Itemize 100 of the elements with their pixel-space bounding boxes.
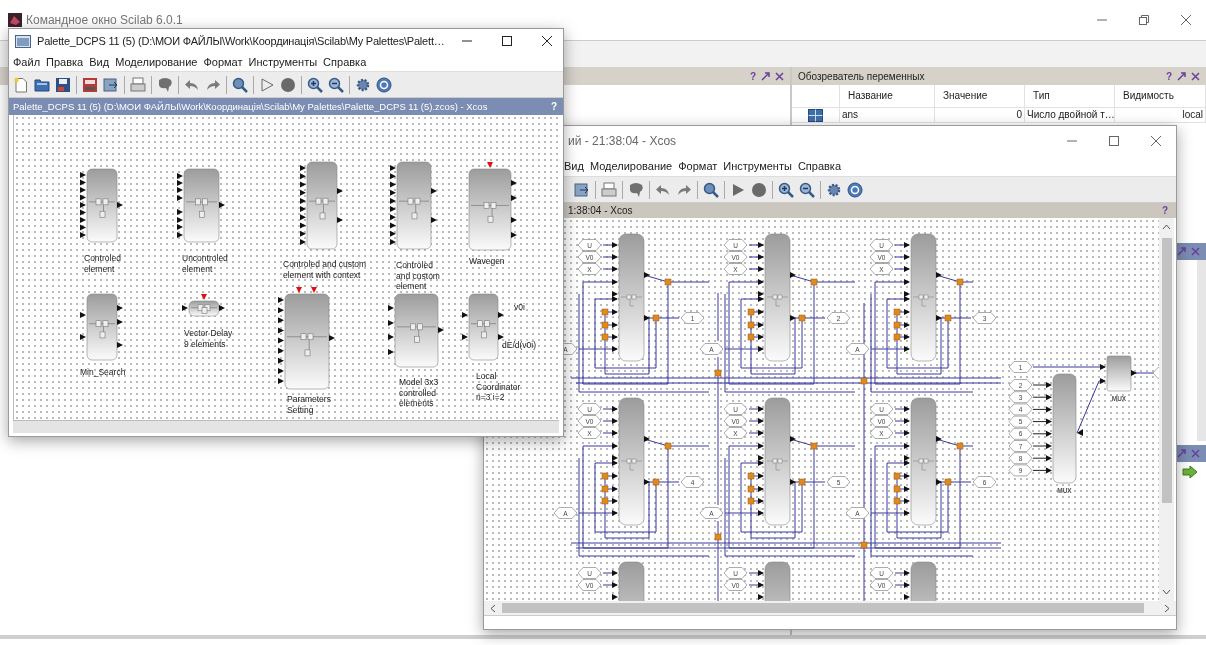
magnifier-icon[interactable] xyxy=(703,181,719,198)
function-block[interactable] xyxy=(904,561,937,601)
split-point[interactable] xyxy=(893,497,901,505)
split-point[interactable] xyxy=(664,278,672,286)
split-point[interactable] xyxy=(652,478,660,486)
undock-icon[interactable] xyxy=(1177,247,1186,256)
help-button[interactable]: ? xyxy=(1165,70,1172,82)
split-point[interactable] xyxy=(810,442,818,450)
scroll-right-icon[interactable] xyxy=(1164,603,1170,613)
function-block[interactable] xyxy=(904,397,942,526)
undock-icon[interactable] xyxy=(1177,449,1186,458)
zoom-out-icon[interactable] xyxy=(328,76,344,93)
function-block[interactable] xyxy=(181,293,227,318)
scrollbar[interactable] xyxy=(13,420,559,433)
speech-bubble-icon[interactable] xyxy=(628,181,644,198)
split-point[interactable] xyxy=(956,278,964,286)
export-icon[interactable] xyxy=(574,181,590,198)
settings-icon[interactable] xyxy=(826,181,842,198)
settings-icon[interactable] xyxy=(355,76,371,93)
undock-icon[interactable] xyxy=(761,71,770,81)
split-point[interactable] xyxy=(893,308,901,316)
printer-icon[interactable] xyxy=(130,76,146,93)
column-header[interactable]: Значение xyxy=(935,85,1025,108)
menu-item[interactable]: Формат xyxy=(203,56,243,68)
zoom-in-icon[interactable] xyxy=(778,181,794,198)
split-point[interactable] xyxy=(860,377,868,385)
split-point[interactable] xyxy=(810,278,818,286)
split-point[interactable] xyxy=(747,485,755,493)
play-icon[interactable] xyxy=(730,181,746,198)
maximize-icon[interactable] xyxy=(501,35,513,47)
split-point[interactable] xyxy=(601,497,609,505)
split-point[interactable] xyxy=(664,442,672,450)
mux-block[interactable] xyxy=(1100,355,1137,392)
function-block[interactable] xyxy=(277,286,337,391)
split-point[interactable] xyxy=(956,442,964,450)
menu-item[interactable]: Справка xyxy=(797,160,842,172)
scroll-left-icon[interactable] xyxy=(490,603,496,613)
stop-icon[interactable] xyxy=(751,181,767,198)
split-point[interactable] xyxy=(747,308,755,316)
split-point[interactable] xyxy=(798,314,806,322)
menu-item[interactable]: Инструменты xyxy=(723,160,792,172)
stop-icon[interactable] xyxy=(280,76,296,93)
menu-item[interactable]: Вид xyxy=(564,160,584,172)
magnifier-icon[interactable] xyxy=(232,76,248,93)
function-block[interactable] xyxy=(612,561,645,601)
split-point[interactable] xyxy=(747,497,755,505)
split-point[interactable] xyxy=(893,485,901,493)
play-icon[interactable] xyxy=(259,76,275,93)
function-block[interactable] xyxy=(758,561,791,601)
function-block[interactable] xyxy=(904,233,942,362)
zoom-in-icon[interactable] xyxy=(307,76,323,93)
function-block[interactable] xyxy=(612,397,650,526)
arrow-right-icon[interactable] xyxy=(1182,465,1198,479)
close-icon[interactable] xyxy=(541,35,553,47)
speech-bubble-icon[interactable] xyxy=(157,76,173,93)
split-point[interactable] xyxy=(652,314,660,322)
menu-item[interactable]: Моделирование xyxy=(589,160,673,172)
menu-item[interactable]: Инструменты xyxy=(248,56,318,68)
split-point[interactable] xyxy=(893,321,901,329)
split-point[interactable] xyxy=(714,533,722,541)
help-button[interactable]: ? xyxy=(1161,205,1168,216)
column-header[interactable]: Название xyxy=(840,85,935,108)
split-point[interactable] xyxy=(601,321,609,329)
split-point[interactable] xyxy=(747,472,755,480)
column-header[interactable]: Тип xyxy=(1025,85,1115,108)
scrollbar-thumb[interactable] xyxy=(1161,238,1172,503)
scrollbar[interactable] xyxy=(1197,260,1206,441)
split-point[interactable] xyxy=(944,478,952,486)
scroll-up-icon[interactable] xyxy=(1162,224,1171,230)
split-point[interactable] xyxy=(747,333,755,341)
split-point[interactable] xyxy=(798,478,806,486)
printer-icon[interactable] xyxy=(601,181,617,198)
scroll-down-icon[interactable] xyxy=(1162,589,1171,595)
column-header[interactable]: Видимость xyxy=(1115,85,1206,108)
new-document-icon[interactable] xyxy=(13,76,29,93)
split-point[interactable] xyxy=(714,369,722,377)
split-point[interactable] xyxy=(601,485,609,493)
undock-icon[interactable] xyxy=(1177,71,1186,81)
help-icon[interactable] xyxy=(847,181,863,198)
menu-item[interactable]: Файл xyxy=(13,56,41,68)
split-point[interactable] xyxy=(860,541,868,549)
mux-block[interactable] xyxy=(1046,373,1083,484)
menu-item[interactable]: Правка xyxy=(46,56,84,68)
menu-item[interactable]: Формат xyxy=(678,160,718,172)
open-folder-icon[interactable] xyxy=(34,76,50,93)
function-block[interactable] xyxy=(758,233,796,362)
function-block[interactable] xyxy=(612,233,650,362)
menu-item[interactable]: Справка xyxy=(323,56,367,68)
help-icon[interactable] xyxy=(376,76,392,93)
export-icon[interactable] xyxy=(103,76,119,93)
menu-item[interactable]: Моделирование xyxy=(115,56,198,68)
menu-item[interactable]: Вид xyxy=(89,56,110,68)
scrollbar-thumb[interactable] xyxy=(502,603,1144,613)
split-point[interactable] xyxy=(893,333,901,341)
split-point[interactable] xyxy=(944,314,952,322)
help-button[interactable]: ? xyxy=(749,70,756,82)
split-point[interactable] xyxy=(601,333,609,341)
function-block[interactable] xyxy=(758,397,796,526)
zoom-out-icon[interactable] xyxy=(799,181,815,198)
split-point[interactable] xyxy=(601,472,609,480)
